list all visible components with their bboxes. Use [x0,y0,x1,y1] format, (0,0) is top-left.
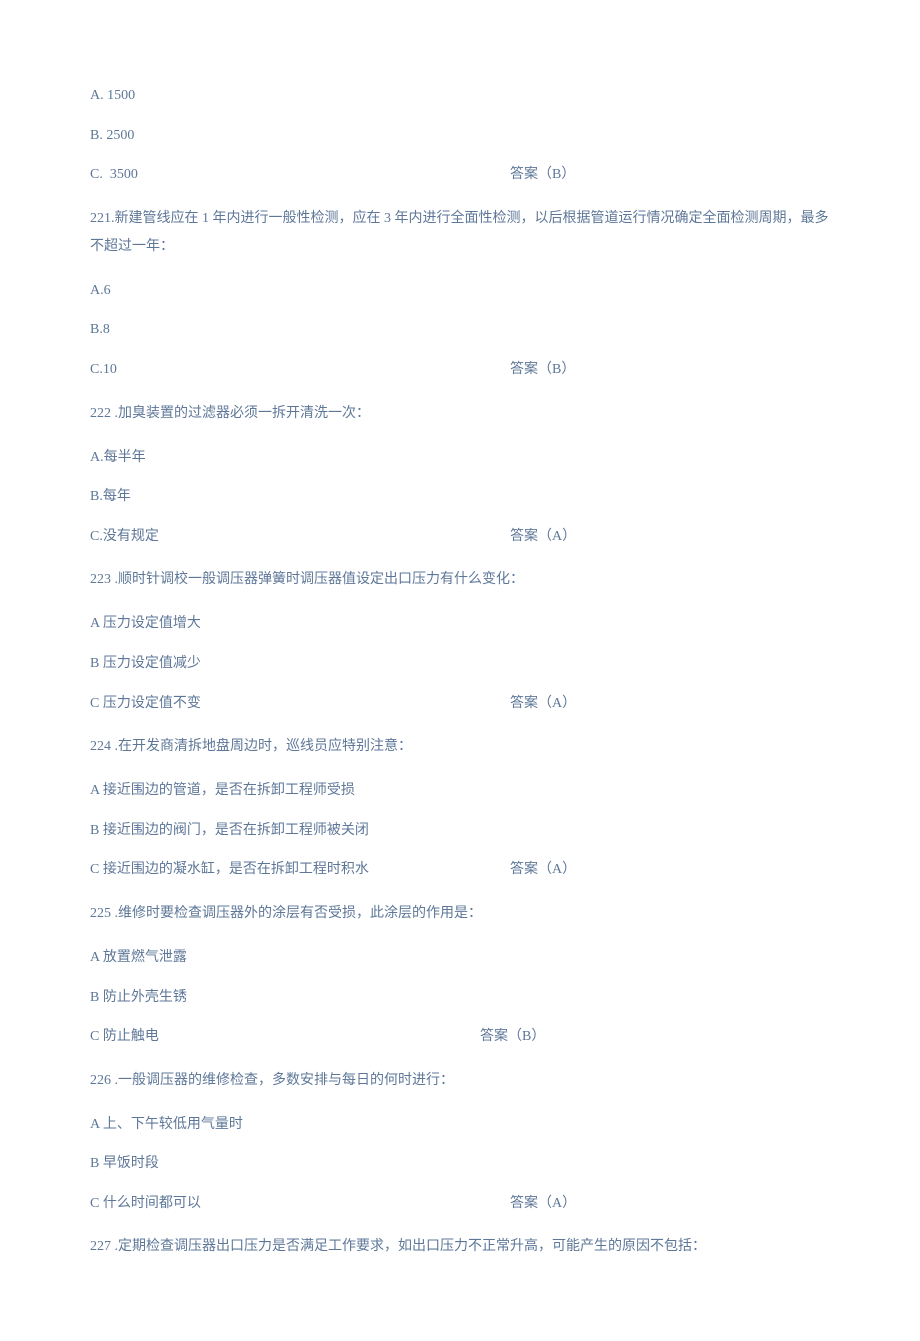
q224-option-b: B 接近围边的阀门，是否在拆卸工程师被关闭 [90,821,830,841]
q226-option-a: A 上、下午较低用气量时 [90,1115,830,1135]
q221-option-a: A.6 [90,281,830,301]
q221-option-c-row: C.10 答案（B） [90,360,830,380]
q223-option-a: A 压力设定值增大 [90,614,830,634]
q221-option-c: C.10 [90,360,510,380]
q225-option-b: B 防止外壳生锈 [90,988,830,1008]
document-page: A. 1500 B. 2500 C. 3500 答案（B） 221.新建管线应在… [0,0,920,1341]
q225-option-c-row: C 防止触电 答案（B） [90,1027,830,1047]
q227-stem: 227 .定期检查调压器出口压力是否满足工作要求，如出口压力不正常升高，可能产生… [90,1233,830,1261]
q223-option-c: C 压力设定值不变 [90,694,510,714]
q226-option-c-row: C 什么时间都可以 答案（A） [90,1194,830,1214]
q221-answer: 答案（B） [510,360,575,380]
q223-answer: 答案（A） [510,694,576,714]
q222-option-a: A.每半年 [90,448,830,468]
q224-option-a: A 接近围边的管道，是否在拆卸工程师受损 [90,781,830,801]
q226-option-c: C 什么时间都可以 [90,1194,510,1214]
q225-stem: 225 .维修时要检查调压器外的涂层有否受损，此涂层的作用是： [90,900,830,928]
prev-option-c: C. 3500 [90,165,510,185]
prev-answer: 答案（B） [510,165,575,185]
q224-option-c-row: C 接近围边的凝水缸，是否在拆卸工程时积水 答案（A） [90,860,830,880]
prev-option-c-row: C. 3500 答案（B） [90,165,830,185]
q222-option-c-row: C.没有规定 答案（A） [90,527,830,547]
q225-answer: 答案（B） [480,1027,545,1047]
q226-stem: 226 .一般调压器的维修检查，多数安排与每日的何时进行： [90,1067,830,1095]
q226-option-b: B 早饭时段 [90,1154,830,1174]
q223-stem: 223 .顺时针调校一般调压器弹簧时调压器值设定出口压力有什么变化： [90,566,830,594]
q222-option-c: C.没有规定 [90,527,510,547]
q221-stem: 221.新建管线应在 1 年内进行一般性检测，应在 3 年内进行全面性检测，以后… [90,205,830,261]
q225-option-c: C 防止触电 [90,1027,480,1047]
q224-stem: 224 .在开发商清拆地盘周边时，巡线员应特别注意： [90,733,830,761]
q226-answer: 答案（A） [510,1194,576,1214]
q222-stem: 222 .加臭装置的过滤器必须一拆开清洗一次： [90,400,830,428]
q225-option-a: A 放置燃气泄露 [90,948,830,968]
q222-answer: 答案（A） [510,527,576,547]
q224-option-c: C 接近围边的凝水缸，是否在拆卸工程时积水 [90,860,450,880]
prev-option-b: B. 2500 [90,126,830,146]
prev-option-a: A. 1500 [90,86,830,106]
q224-answer: 答案（A） [510,860,576,880]
q221-option-b: B.8 [90,320,830,340]
q223-option-c-row: C 压力设定值不变 答案（A） [90,694,830,714]
q222-option-b: B.每年 [90,487,830,507]
q223-option-b: B 压力设定值减少 [90,654,830,674]
